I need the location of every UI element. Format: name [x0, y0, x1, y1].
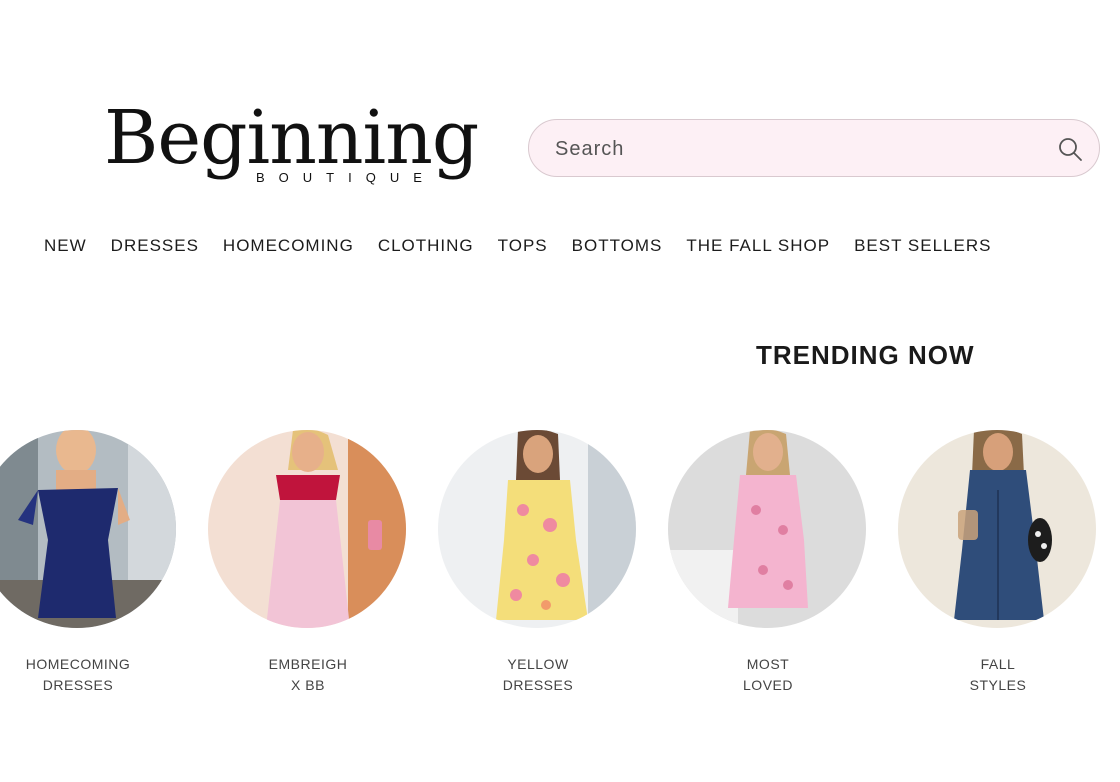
- trending-item-most-loved[interactable]: MOST LOVED: [668, 430, 868, 696]
- search-icon[interactable]: [1057, 136, 1083, 162]
- nav-item-dresses[interactable]: DRESSES: [111, 234, 199, 258]
- nav-item-bottoms[interactable]: BOTTOMS: [572, 234, 663, 258]
- brand-tagline: BOUTIQUE: [256, 170, 436, 185]
- product-image[interactable]: [668, 430, 866, 628]
- product-image[interactable]: [438, 430, 636, 628]
- trending-item-embreigh-x-bb[interactable]: EMBREIGH X BB: [208, 430, 408, 696]
- search-input[interactable]: [553, 132, 1037, 166]
- trending-item-yellow-dresses[interactable]: YELLOW DRESSES: [438, 430, 638, 696]
- nav-item-new[interactable]: NEW: [44, 234, 87, 258]
- nav-item-best-sellers[interactable]: BEST SELLERS: [854, 234, 991, 258]
- trending-label: HOMECOMING DRESSES: [25, 656, 131, 693]
- product-image[interactable]: [898, 430, 1096, 628]
- trending-title: TRENDING NOW: [756, 340, 975, 370]
- trending-label: FALL STYLES: [969, 656, 1027, 693]
- main-nav: NEW DRESSES HOMECOMING CLOTHING TOPS BOT…: [44, 234, 1120, 258]
- nav-item-tops[interactable]: TOPS: [498, 234, 548, 258]
- page: Beginning BOUTIQUE NEW DRESSES HOMECOMIN…: [0, 0, 1120, 782]
- brand-name: Beginning: [104, 95, 479, 181]
- trending-label: EMBREIGH X BB: [268, 656, 348, 693]
- trending-label: MOST LOVED: [743, 656, 793, 693]
- nav-item-fall-shop[interactable]: THE FALL SHOP: [686, 234, 830, 258]
- product-image[interactable]: [0, 430, 176, 628]
- nav-item-clothing[interactable]: CLOTHING: [378, 234, 474, 258]
- trending-item-homecoming-dresses[interactable]: HOMECOMING DRESSES: [0, 430, 178, 696]
- trending-label: YELLOW DRESSES: [502, 656, 574, 693]
- trending-item-fall-styles[interactable]: FALL STYLES: [898, 430, 1098, 696]
- search-bar: [528, 119, 1100, 177]
- product-image[interactable]: [208, 430, 406, 628]
- brand-logo[interactable]: Beginning BOUTIQUE: [104, 96, 506, 196]
- nav-item-homecoming[interactable]: HOMECOMING: [223, 234, 354, 258]
